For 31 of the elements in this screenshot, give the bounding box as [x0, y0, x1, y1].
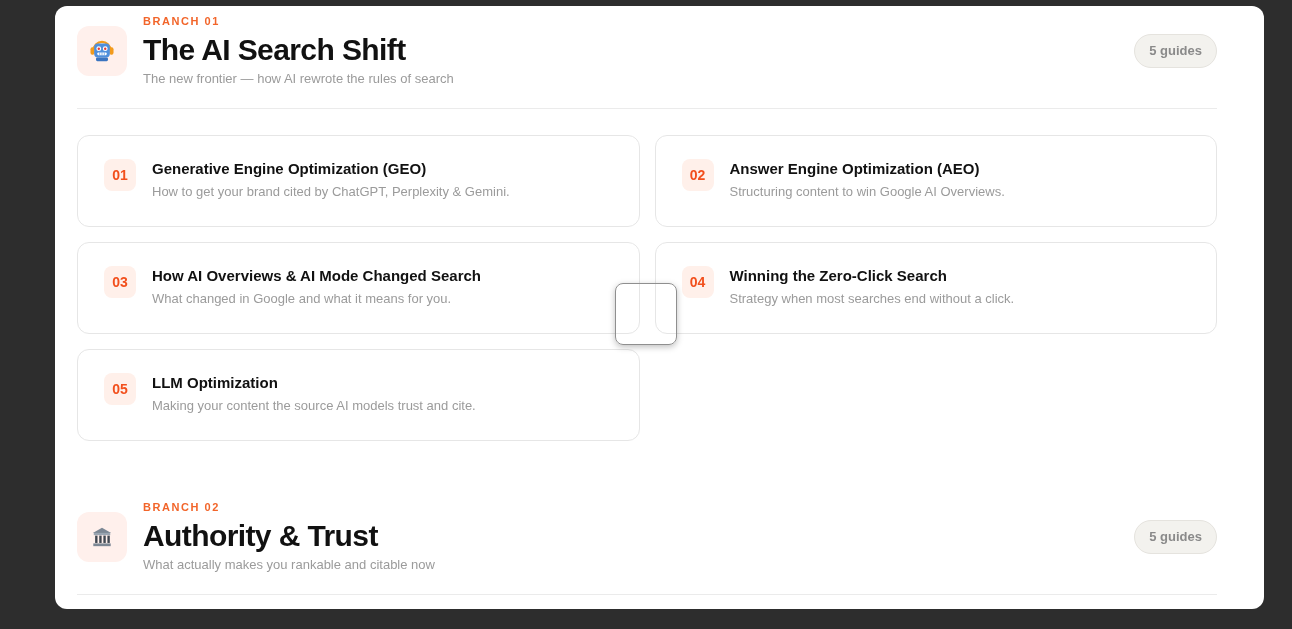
- branch-label: BRANCH 02: [143, 500, 221, 514]
- guide-description: Structuring content to win Google AI Overviews.: [729, 183, 1005, 201]
- guide-description: How to get your brand cited by ChatGPT, Perplexity & Gemini.: [152, 183, 510, 201]
- guide-title: Generative Engine Optimization (GEO): [152, 159, 428, 179]
- guide-title: LLM Optimization: [152, 373, 279, 393]
- guide-title: Answer Engine Optimization (AEO): [729, 159, 981, 179]
- branch-label: BRANCH 01: [143, 14, 221, 28]
- guide-description: Strategy when most searches end without a click.: [729, 290, 1015, 308]
- guide-number: 03: [104, 266, 136, 298]
- guide-count-badge: 5 guides: [1134, 34, 1217, 68]
- guide-card[interactable]: 03 How AI Overviews & AI Mode Changed Search What changed in Google and what it means for you.: [77, 242, 640, 334]
- guide-title: Winning the Zero-Click Search: [729, 266, 948, 286]
- guide-count-badge: 5 guides: [1134, 520, 1217, 554]
- guide-card[interactable]: 02 Answer Engine Optimization (AEO) Structuring content to win Google AI Overviews.: [654, 135, 1217, 227]
- guide-card[interactable]: 01 Generative Engine Optimization (GEO) How to get your brand cited by ChatGPT, Perplexity & Gemini.: [77, 135, 640, 227]
- guide-number: 02: [681, 159, 714, 191]
- guide-description: What changed in Google and what it means for you.: [152, 290, 453, 308]
- guide-number: 04: [681, 266, 714, 298]
- guide-card[interactable]: 04 Winning the Zero-Click Search Strategy when most searches end without a click.: [654, 242, 1217, 334]
- building-icon: [77, 512, 127, 562]
- robot-icon: [77, 26, 127, 76]
- floating-empty-box: [615, 283, 677, 345]
- section-subtitle: The new frontier — how AI rewrote the rules of search: [143, 70, 454, 88]
- section-title: The AI Search Shift: [143, 32, 407, 68]
- guide-number: 05: [104, 373, 136, 405]
- guide-description: Making your content the source AI models trust and cite.: [152, 397, 476, 415]
- section-subtitle: What actually makes you rankable and citable now: [143, 556, 435, 574]
- guide-title: How AI Overviews & AI Mode Changed Search: [152, 266, 481, 286]
- section-title: Authority & Trust: [143, 518, 379, 554]
- guide-card[interactable]: 05 LLM Optimization Making your content the source AI models trust and cite.: [77, 349, 640, 441]
- guide-number: 01: [104, 159, 136, 191]
